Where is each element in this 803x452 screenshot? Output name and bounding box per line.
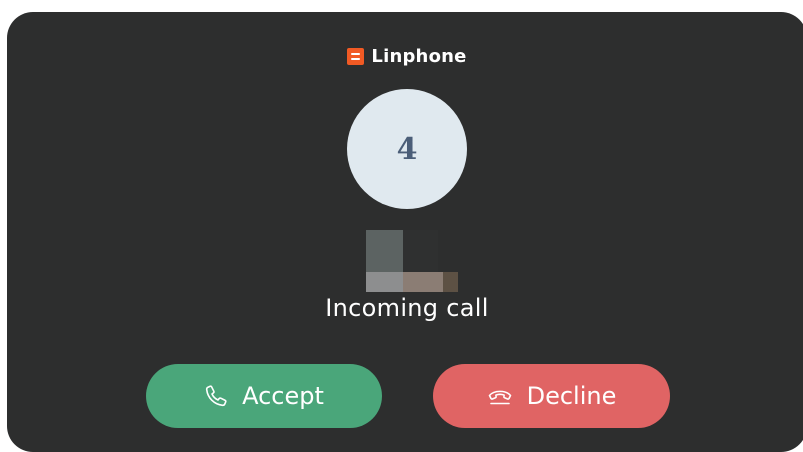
decline-button[interactable]: Decline	[433, 364, 670, 428]
notification-header: Linphone	[7, 44, 803, 68]
decline-label: Decline	[526, 382, 617, 410]
accept-label: Accept	[242, 382, 324, 410]
app-name: Linphone	[371, 45, 467, 67]
accept-button[interactable]: Accept	[146, 364, 382, 428]
caller-name-redacted	[366, 230, 458, 292]
hang-up-icon	[487, 384, 513, 408]
caller-avatar: 4	[347, 89, 467, 209]
linphone-logo-icon	[347, 47, 365, 65]
avatar-initial: 4	[396, 131, 418, 167]
incoming-call-notification: Linphone 4 Incoming call Accept Decline	[7, 12, 803, 452]
phone-icon	[204, 384, 228, 408]
call-status: Incoming call	[325, 294, 489, 322]
